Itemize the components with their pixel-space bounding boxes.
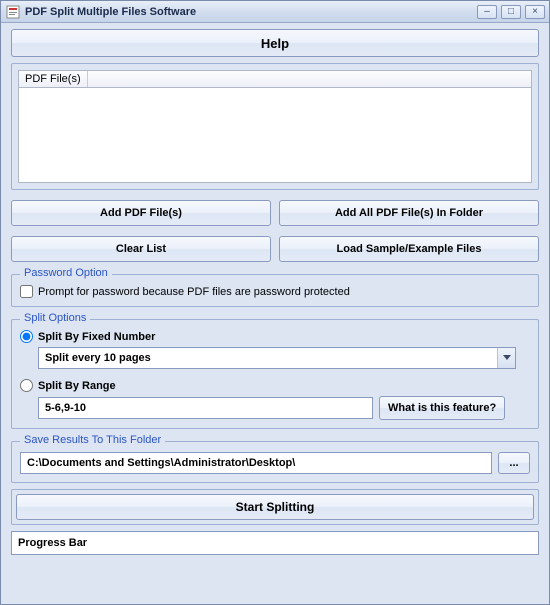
save-folder-input[interactable] bbox=[20, 452, 492, 474]
split-pages-select[interactable]: Split every 10 pages bbox=[38, 347, 516, 369]
maximize-button[interactable]: □ bbox=[501, 5, 521, 19]
split-legend: Split Options bbox=[20, 312, 90, 324]
client-area: Help PDF File(s) Add PDF File(s) Add All… bbox=[1, 23, 549, 604]
add-folder-button[interactable]: Add All PDF File(s) In Folder bbox=[279, 200, 539, 226]
file-list-header: PDF File(s) bbox=[18, 70, 532, 88]
save-folder-group: Save Results To This Folder ... bbox=[11, 441, 539, 483]
progress-bar: Progress Bar bbox=[11, 531, 539, 555]
window-controls: – □ × bbox=[477, 5, 545, 19]
app-window: PDF Split Multiple Files Software – □ × … bbox=[0, 0, 550, 605]
file-buttons-row-2: Clear List Load Sample/Example Files bbox=[11, 236, 539, 262]
save-legend: Save Results To This Folder bbox=[20, 434, 165, 446]
add-pdf-button[interactable]: Add PDF File(s) bbox=[11, 200, 271, 226]
file-list-column[interactable]: PDF File(s) bbox=[19, 71, 88, 87]
clear-list-button[interactable]: Clear List bbox=[11, 236, 271, 262]
minimize-button[interactable]: – bbox=[477, 5, 497, 19]
password-option-group: Password Option Prompt for password beca… bbox=[11, 274, 539, 307]
split-options-group: Split Options Split By Fixed Number Spli… bbox=[11, 319, 539, 429]
file-list-panel: PDF File(s) bbox=[11, 63, 539, 190]
start-splitting-button[interactable]: Start Splitting bbox=[16, 494, 534, 520]
file-buttons-row-1: Add PDF File(s) Add All PDF File(s) In F… bbox=[11, 200, 539, 226]
close-button[interactable]: × bbox=[525, 5, 545, 19]
start-panel: Start Splitting bbox=[11, 489, 539, 525]
load-sample-button[interactable]: Load Sample/Example Files bbox=[279, 236, 539, 262]
progress-label: Progress Bar bbox=[18, 537, 87, 549]
split-range-input[interactable] bbox=[38, 397, 373, 419]
split-fixed-label: Split By Fixed Number bbox=[38, 331, 155, 343]
help-button[interactable]: Help bbox=[11, 29, 539, 57]
window-title: PDF Split Multiple Files Software bbox=[25, 6, 477, 18]
file-list[interactable] bbox=[18, 88, 532, 183]
split-fixed-radio[interactable] bbox=[20, 330, 33, 343]
titlebar: PDF Split Multiple Files Software – □ × bbox=[1, 1, 549, 23]
split-range-label: Split By Range bbox=[38, 380, 116, 392]
prompt-password-label: Prompt for password because PDF files ar… bbox=[38, 286, 350, 298]
chevron-down-icon[interactable] bbox=[497, 348, 515, 368]
password-legend: Password Option bbox=[20, 267, 112, 279]
what-is-feature-button[interactable]: What is this feature? bbox=[379, 396, 505, 420]
app-icon bbox=[5, 4, 21, 20]
prompt-password-checkbox[interactable] bbox=[20, 285, 33, 298]
split-range-radio[interactable] bbox=[20, 379, 33, 392]
split-pages-value: Split every 10 pages bbox=[39, 352, 497, 364]
browse-folder-button[interactable]: ... bbox=[498, 452, 530, 474]
